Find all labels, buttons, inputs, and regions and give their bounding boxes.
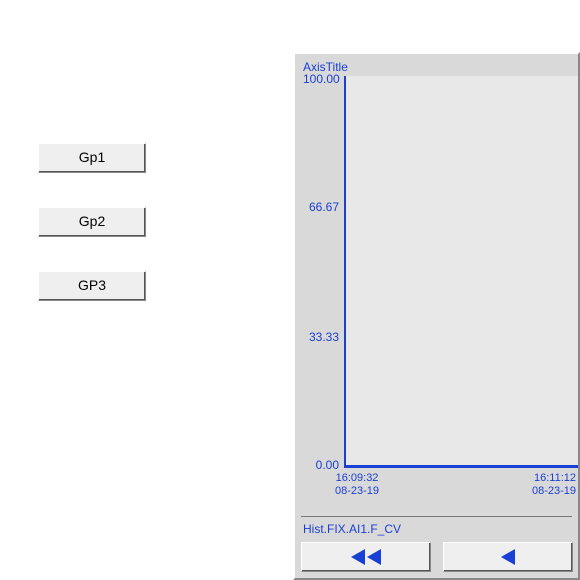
rewind-button[interactable]: [443, 542, 573, 572]
group-2-button[interactable]: Gp2: [38, 207, 146, 237]
y-tick-3333: 33.33: [303, 330, 339, 344]
chart-panel: AxisTitle 100.00 66.67 33.33 0.00 16:09:…: [293, 52, 580, 580]
x-tick-end-date: 08-23-19: [532, 485, 576, 497]
rewind-fast-button[interactable]: [301, 542, 431, 572]
x-tick-start: 16:09:32 08-23-19: [335, 472, 379, 498]
legend-divider: [301, 516, 572, 517]
legend-item-1: Hist.FIX.AI1.F_CV: [303, 522, 401, 536]
double-left-arrow-icon: [351, 549, 381, 565]
group-3-button[interactable]: GP3: [38, 271, 146, 301]
x-tick-start-time: 16:09:32: [336, 472, 379, 484]
y-tick-0: 0.00: [303, 458, 339, 472]
chart-plot-area[interactable]: [344, 76, 578, 468]
chart-nav-toolbar: [301, 542, 572, 572]
y-tick-100: 100.00: [303, 72, 339, 86]
y-tick-6667: 66.67: [303, 200, 339, 214]
x-tick-end-time: 16:11:12: [534, 472, 576, 484]
group-1-button[interactable]: Gp1: [38, 143, 146, 173]
x-tick-end: 16:11:12 08-23-19: [532, 472, 576, 498]
app-canvas: Gp1 Gp2 GP3 AxisTitle 100.00 66.67 33.33…: [0, 0, 580, 580]
left-arrow-icon: [501, 549, 515, 565]
x-tick-start-date: 08-23-19: [335, 485, 379, 497]
